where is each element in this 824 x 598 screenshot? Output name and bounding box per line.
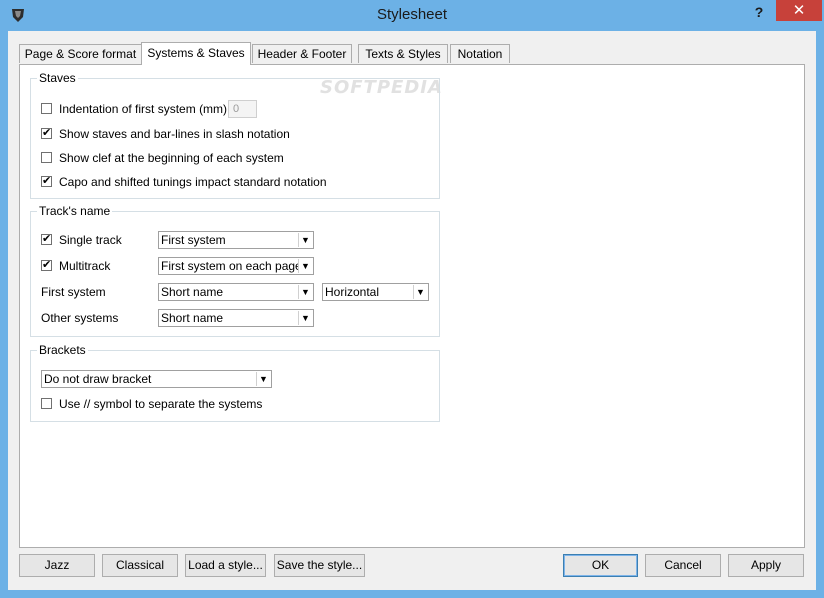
multitrack-label: Multitrack: [59, 259, 111, 273]
staves-group: Staves Indentation of first system (mm) …: [30, 71, 440, 199]
other-systems-label: Other systems: [41, 311, 119, 325]
chevron-down-icon[interactable]: ▼: [298, 311, 312, 325]
orientation-select[interactable]: Horizontal ▼: [322, 283, 429, 301]
multitrack-select[interactable]: First system on each page ▼: [158, 257, 314, 275]
slash-notation-checkbox[interactable]: ✔: [41, 128, 52, 139]
stylesheet-window: Stylesheet ? ✕ Page & Score format Syste…: [0, 0, 824, 598]
load-style-button[interactable]: Load a style...: [185, 554, 266, 577]
first-system-select[interactable]: Short name ▼: [158, 283, 314, 301]
chevron-down-icon[interactable]: ▼: [298, 233, 312, 247]
multitrack-checkbox[interactable]: ✔: [41, 260, 52, 271]
single-track-row[interactable]: ✔ Single track: [41, 232, 151, 248]
show-clef-row[interactable]: Show clef at the beginning of each syste…: [41, 150, 361, 166]
classical-button[interactable]: Classical: [102, 554, 178, 577]
jazz-button[interactable]: Jazz: [19, 554, 95, 577]
single-track-checkbox[interactable]: ✔: [41, 234, 52, 245]
indentation-label: Indentation of first system (mm): [59, 102, 228, 116]
single-track-label: Single track: [59, 233, 122, 247]
brackets-group-label: Brackets: [37, 343, 88, 357]
slash-notation-label: Show staves and bar-lines in slash notat…: [59, 127, 290, 141]
cancel-button[interactable]: Cancel: [645, 554, 721, 577]
close-button[interactable]: ✕: [776, 0, 822, 21]
window-title: Stylesheet: [376, 6, 448, 23]
slash-notation-row[interactable]: ✔ Show staves and bar-lines in slash not…: [41, 126, 361, 142]
first-system-label: First system: [41, 285, 106, 299]
indentation-value-input[interactable]: 0: [228, 100, 257, 118]
tab-page-score-format[interactable]: Page & Score format: [19, 44, 142, 63]
first-system-select-value: Short name: [161, 285, 224, 299]
chevron-down-icon[interactable]: ▼: [298, 285, 312, 299]
staves-group-label: Staves: [37, 71, 78, 85]
single-track-select[interactable]: First system ▼: [158, 231, 314, 249]
multitrack-row[interactable]: ✔ Multitrack: [41, 258, 151, 274]
systems-staves-page: SOFTPEDIA Staves Indentation of first sy…: [19, 64, 805, 548]
capo-label: Capo and shifted tunings impact standard…: [59, 175, 327, 189]
use-symbol-checkbox[interactable]: [41, 398, 52, 409]
other-systems-select[interactable]: Short name ▼: [158, 309, 314, 327]
other-systems-select-value: Short name: [161, 311, 224, 325]
apply-button[interactable]: Apply: [728, 554, 804, 577]
indentation-checkbox[interactable]: [41, 103, 52, 114]
ok-button[interactable]: OK: [563, 554, 638, 577]
dialog-client-area: Page & Score format Systems & Staves Hea…: [8, 31, 816, 590]
tab-systems-staves[interactable]: Systems & Staves: [141, 42, 251, 65]
save-style-button[interactable]: Save the style...: [274, 554, 365, 577]
help-button[interactable]: ?: [748, 2, 770, 22]
bracket-style-select-value: Do not draw bracket: [44, 372, 152, 386]
capo-checkbox[interactable]: ✔: [41, 176, 52, 187]
use-symbol-label: Use // symbol to separate the systems: [59, 397, 263, 411]
single-track-select-value: First system: [161, 233, 226, 247]
tab-header-footer[interactable]: Header & Footer: [252, 44, 352, 63]
chevron-down-icon[interactable]: ▼: [413, 285, 427, 299]
tracks-name-group-label: Track's name: [37, 204, 113, 218]
capo-row[interactable]: ✔ Capo and shifted tunings impact standa…: [41, 174, 371, 190]
bracket-style-select[interactable]: Do not draw bracket ▼: [41, 370, 272, 388]
show-clef-checkbox[interactable]: [41, 152, 52, 163]
brackets-group: Brackets Do not draw bracket ▼ Use // sy…: [30, 343, 440, 422]
tracks-name-group: Track's name ✔ Single track First system…: [30, 204, 440, 337]
use-symbol-row[interactable]: Use // symbol to separate the systems: [41, 396, 341, 412]
multitrack-select-value: First system on each page: [161, 259, 302, 273]
title-bar[interactable]: Stylesheet ? ✕: [0, 0, 824, 31]
indentation-checkbox-row[interactable]: Indentation of first system (mm): [41, 101, 341, 117]
tab-texts-styles[interactable]: Texts & Styles: [358, 44, 448, 63]
chevron-down-icon[interactable]: ▼: [256, 372, 270, 386]
chevron-down-icon[interactable]: ▼: [298, 259, 312, 273]
show-clef-label: Show clef at the beginning of each syste…: [59, 151, 284, 165]
orientation-select-value: Horizontal: [325, 285, 380, 299]
tab-notation[interactable]: Notation: [450, 44, 510, 63]
